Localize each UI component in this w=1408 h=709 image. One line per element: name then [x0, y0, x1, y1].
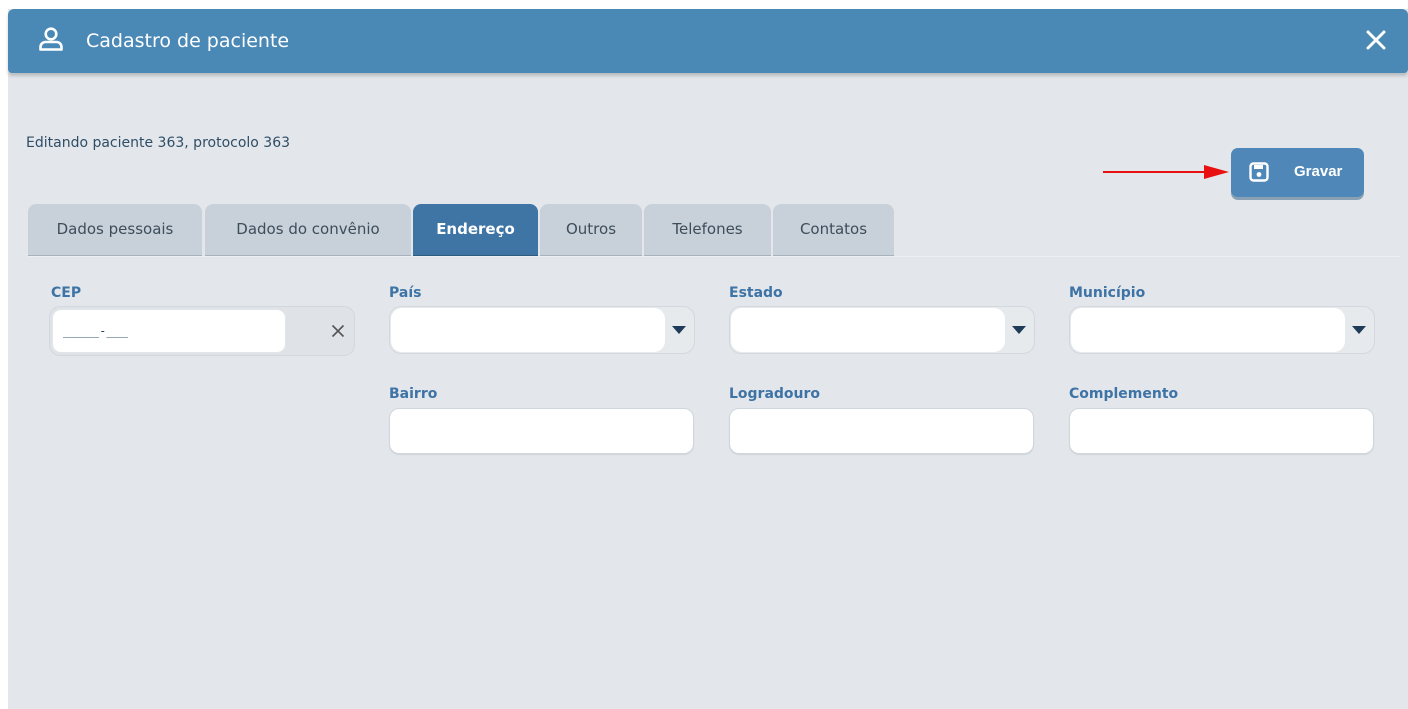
- save-button[interactable]: Gravar: [1231, 148, 1364, 197]
- tab-dados-pessoais[interactable]: Dados pessoais: [28, 204, 202, 255]
- pais-label: País: [389, 285, 422, 301]
- editing-status-text: Editando paciente 363, protocolo 363: [26, 135, 291, 151]
- floppy-disk-icon: [1249, 162, 1269, 182]
- save-button-label: Gravar: [1294, 163, 1343, 180]
- cep-input[interactable]: _____-___: [52, 309, 286, 353]
- bairro-input[interactable]: [389, 408, 694, 454]
- title-bar: Cadastro de paciente: [8, 9, 1408, 73]
- complemento-label: Complemento: [1069, 386, 1179, 402]
- annotation-arrow: [1103, 165, 1229, 179]
- cep-field-group: _____-___: [49, 306, 355, 356]
- caret-down-icon[interactable]: [1012, 326, 1026, 335]
- dialog-title: Cadastro de paciente: [86, 30, 290, 52]
- estado-select-value: [731, 308, 1005, 352]
- estado-label: Estado: [729, 285, 783, 301]
- logradouro-input[interactable]: [729, 408, 1034, 454]
- pais-select[interactable]: [389, 306, 695, 354]
- tab-dados-convenio[interactable]: Dados do convênio: [205, 204, 411, 255]
- close-icon[interactable]: [1365, 29, 1387, 51]
- patient-registration-dialog: Cadastro de paciente Editando paciente 3…: [8, 9, 1408, 709]
- tab-endereco[interactable]: Endereço: [413, 204, 538, 255]
- caret-down-icon[interactable]: [1352, 326, 1366, 335]
- cep-label: CEP: [51, 285, 82, 301]
- caret-down-icon[interactable]: [672, 326, 686, 335]
- municipio-label: Município: [1069, 285, 1146, 301]
- bairro-label: Bairro: [389, 386, 438, 402]
- logradouro-label: Logradouro: [729, 386, 821, 402]
- estado-select[interactable]: [729, 306, 1035, 354]
- pais-select-value: [391, 308, 665, 352]
- tab-contatos[interactable]: Contatos: [773, 204, 894, 255]
- municipio-select-value: [1071, 308, 1345, 352]
- complemento-input[interactable]: [1069, 408, 1374, 454]
- tab-outros[interactable]: Outros: [540, 204, 642, 255]
- tab-telefones[interactable]: Telefones: [644, 204, 771, 255]
- user-icon: [39, 27, 63, 51]
- tab-divider: [28, 256, 1400, 257]
- clear-x-icon[interactable]: [331, 324, 345, 338]
- municipio-select[interactable]: [1069, 306, 1375, 354]
